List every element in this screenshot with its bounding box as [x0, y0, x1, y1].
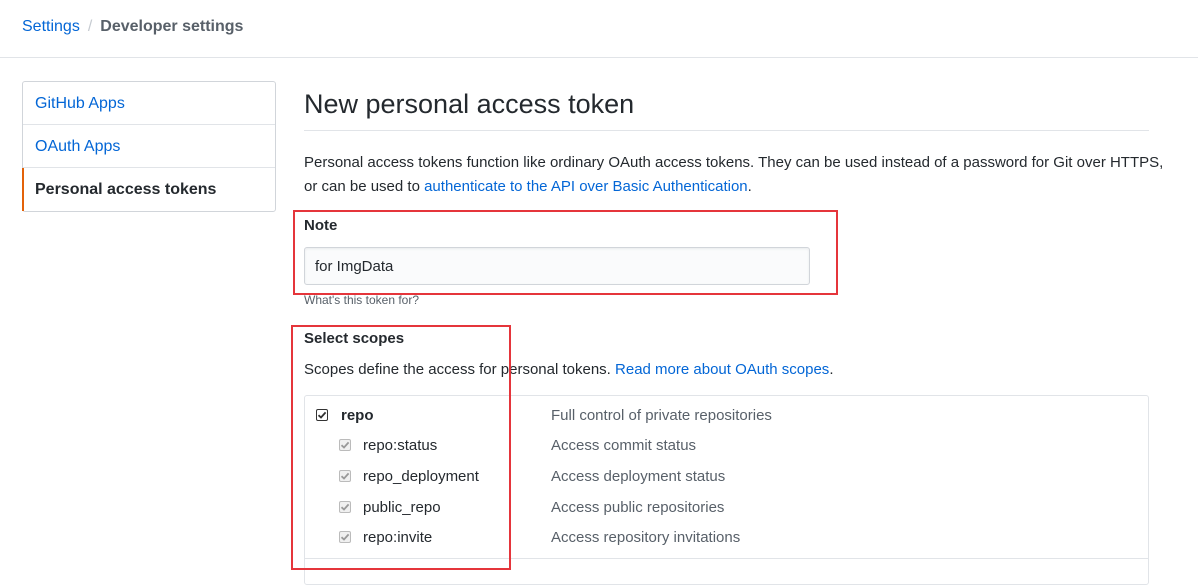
breadcrumb-settings-link[interactable]: Settings [22, 18, 80, 35]
highlight-box-note [293, 210, 838, 295]
breadcrumb: Settings / Developer settings [22, 17, 243, 37]
intro-end: . [747, 178, 752, 195]
breadcrumb-separator: / [87, 18, 93, 35]
scope-description: Access repository invitations [551, 529, 741, 546]
sidebar-item-oauth-apps[interactable]: OAuth Apps [23, 125, 275, 168]
oauth-scopes-link[interactable]: Read more about OAuth scopes [615, 361, 829, 378]
note-hint: What's this token for? [304, 293, 420, 307]
sidebar-item-label: GitHub Apps [35, 95, 125, 112]
sidebar-item-personal-access-tokens[interactable]: Personal access tokens [22, 168, 275, 211]
breadcrumb-current: Developer settings [100, 18, 244, 35]
scope-description: Access commit status [551, 437, 697, 454]
basic-auth-link[interactable]: authenticate to the API over Basic Authe… [424, 178, 748, 195]
scopes-description-end: . [829, 361, 834, 378]
sidebar-item-label: OAuth Apps [35, 138, 121, 155]
scope-description: Access deployment status [551, 468, 726, 485]
sidebar-item-github-apps[interactable]: GitHub Apps [23, 82, 275, 125]
scope-description: Access public repositories [551, 499, 725, 516]
settings-sidebar: GitHub Apps OAuth Apps Personal access t… [22, 81, 276, 212]
intro-paragraph: Personal access tokens function like ord… [304, 151, 1164, 199]
title-divider [304, 130, 1149, 131]
sidebar-item-label: Personal access tokens [35, 181, 217, 198]
scope-description: Full control of private repositories [551, 407, 772, 424]
highlight-box-scopes [291, 325, 511, 570]
page-title: New personal access token [304, 89, 635, 119]
header-divider [0, 57, 1198, 58]
